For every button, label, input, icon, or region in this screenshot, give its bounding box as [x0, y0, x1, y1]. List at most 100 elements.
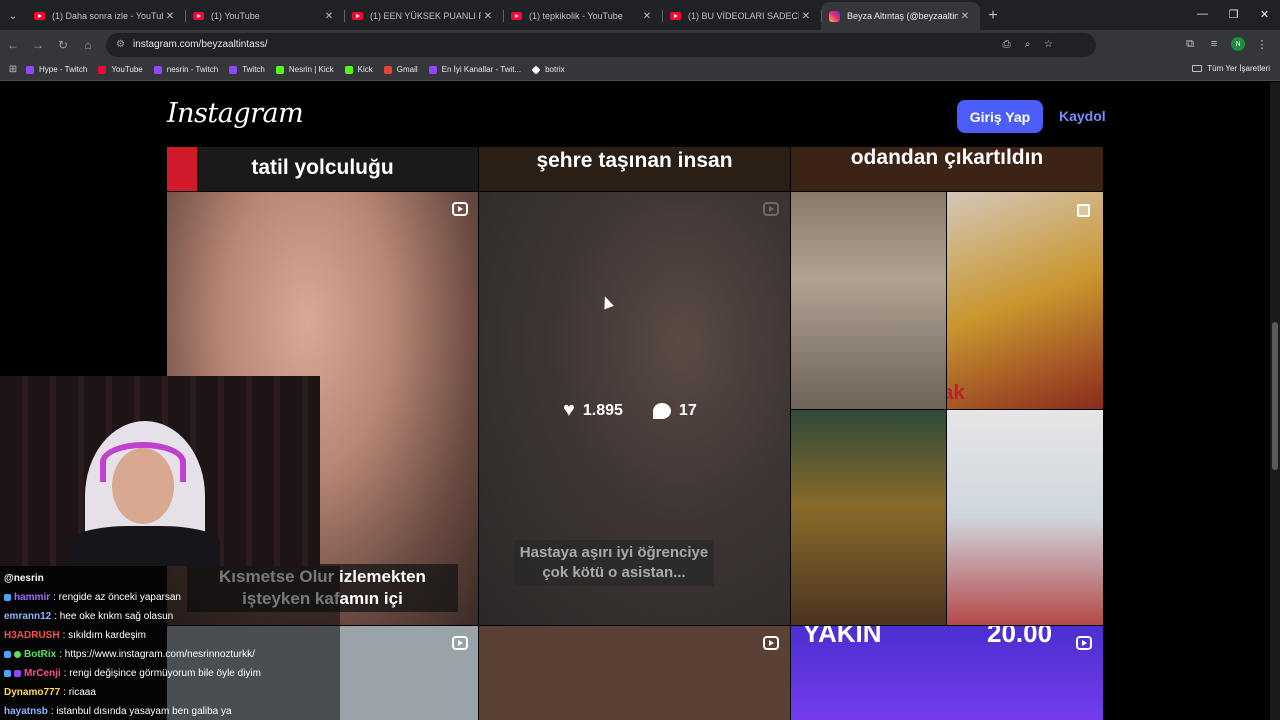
tab-4[interactable]: (1) BU VİDEOLARI SADECE İSTANBUL ✕: [662, 2, 821, 30]
tab-0[interactable]: (1) Daha sonra izle - YouTube ✕: [26, 2, 185, 30]
bookmark-label: Twitch: [242, 65, 265, 74]
tab-title: (1) EEN YÜKSEK PUANLI RESTORAN: [370, 11, 481, 21]
tab-2[interactable]: (1) EEN YÜKSEK PUANLI RESTORAN ✕: [344, 2, 503, 30]
post-caption: 20.00: [987, 626, 1053, 648]
post-tile[interactable]: şehre taşınan insan: [479, 146, 790, 191]
address-bar[interactable]: ⚙ instagram.com/beyzaaltintass/: [106, 32, 1096, 57]
instagram-logo[interactable]: Instagram: [167, 98, 304, 129]
signup-link[interactable]: Kaydol: [1059, 108, 1106, 124]
profile-avatar[interactable]: N: [1231, 37, 1245, 51]
close-icon[interactable]: ✕: [958, 11, 972, 22]
post-tile-hovered[interactable]: ♥ 1.895 17 Hastaya aşırı iyi öğrenciye ç…: [479, 192, 790, 625]
post-caption: tatil yolculuğu: [251, 156, 394, 179]
chat-message: BotRix: https://www.instagram.com/nesrin…: [4, 645, 336, 664]
chat-message: Dynamo777: ricaaa: [4, 683, 336, 702]
bookmark-kick[interactable]: Kick: [344, 65, 373, 74]
bookmark-star-icon[interactable]: ☆: [1038, 39, 1059, 50]
bookmark-botrix[interactable]: botrix: [531, 64, 565, 75]
tab-title: (1) tepkikolik - YouTube: [529, 11, 623, 21]
chat-text: : https://www.instagram.com/nesrinnoztur…: [59, 649, 255, 660]
twitch-icon: [153, 65, 162, 74]
chat-username: BotRix: [24, 649, 57, 660]
twitch-icon: [229, 65, 238, 74]
post-tile[interactable]: [791, 192, 946, 409]
zoom-icon[interactable]: ⌕: [1017, 39, 1038, 50]
post-tile[interactable]: odandan çıkartıldın: [791, 146, 1103, 191]
bookmark-nesrin-twitch[interactable]: nesrin - Twitch: [153, 65, 219, 74]
bookmark-label: Nesrin | Kick: [288, 65, 334, 74]
toolbar-right: ⧉ ≡ N ⋮: [1178, 32, 1274, 56]
post-caption: YAKIN: [803, 626, 882, 648]
url-text: instagram.com/beyzaaltintass/: [132, 39, 268, 50]
extensions-icon[interactable]: ⧉: [1178, 32, 1202, 56]
forward-icon[interactable]: →: [26, 33, 50, 57]
reload-icon[interactable]: ↻: [51, 33, 75, 57]
minimize-icon[interactable]: —: [1187, 0, 1218, 28]
tab-title: (1) BU VİDEOLARI SADECE İSTANBUL: [688, 11, 799, 21]
chat-mention-user: @nesrin: [4, 573, 44, 584]
close-icon[interactable]: ✕: [481, 11, 495, 22]
menu-kebab-icon[interactable]: ⋮: [1250, 32, 1274, 56]
chat-username: emrann12: [4, 611, 52, 622]
tab-5-active[interactable]: Beyza Altıntaş (@beyzaaltintass) ✕: [821, 2, 980, 30]
chat-text: : rengi değişince görmüyorum bile öyle d…: [63, 668, 261, 679]
install-app-icon[interactable]: ⎙: [996, 39, 1017, 50]
chat-text: : sıkıldım kardeşim: [62, 630, 146, 641]
chat-badge-icon: [4, 669, 11, 677]
chat-message: H3ADRUSH: sıkıldım kardeşim: [4, 626, 336, 645]
post-tile[interactable]: [479, 626, 790, 720]
reel-icon: [452, 636, 468, 650]
post-tile[interactable]: ocak: [947, 192, 1103, 409]
scrollbar-thumb[interactable]: [1272, 322, 1278, 470]
back-icon[interactable]: ←: [1, 33, 25, 57]
tab-strip: ⌄ (1) Daha sonra izle - YouTube ✕ (1) Yo…: [0, 0, 1280, 30]
all-bookmarks-label: Tüm Yer İşaretleri: [1207, 64, 1270, 73]
reel-icon: [763, 636, 779, 650]
chat-text: : ricaaa: [63, 687, 96, 698]
bookmark-hype-twitch[interactable]: Hype - Twitch: [26, 65, 87, 74]
post-tile[interactable]: YAKIN 20.00: [791, 626, 1103, 720]
bookmark-nesrin-kick[interactable]: Nesrin | Kick: [275, 65, 334, 74]
streamer-body: [70, 526, 220, 566]
page-scrollbar[interactable]: [1270, 82, 1280, 720]
comment-count: 17: [678, 401, 697, 419]
post-badge-text: ocak: [947, 382, 965, 404]
tab-1[interactable]: (1) YouTube ✕: [185, 2, 344, 30]
close-icon[interactable]: ✕: [799, 11, 813, 22]
site-info-icon[interactable]: ⚙: [116, 39, 125, 50]
new-tab-button[interactable]: +: [980, 2, 1006, 30]
chat-badge-icon: [4, 650, 11, 658]
post-tile[interactable]: [791, 410, 946, 625]
chat-username: H3ADRUSH: [4, 630, 60, 641]
restore-icon[interactable]: ❐: [1218, 0, 1249, 28]
post-caption: odandan çıkartıldın: [850, 146, 1044, 169]
headset: [100, 442, 186, 482]
tab-3[interactable]: (1) tepkikolik - YouTube ✕: [503, 2, 662, 30]
media-control-icon[interactable]: ≡: [1202, 32, 1226, 56]
post-tile[interactable]: [947, 410, 1103, 625]
folder-icon: [1192, 65, 1203, 72]
youtube-icon: [352, 12, 363, 20]
close-icon[interactable]: ✕: [163, 11, 177, 22]
tab-search-icon[interactable]: ⌄: [0, 2, 26, 30]
login-button[interactable]: Giriş Yap: [957, 100, 1043, 133]
bookmark-en-iyi-kanallar[interactable]: En İyi Kanallar - Twit...: [428, 65, 521, 74]
post-tile[interactable]: tatil yolculuğu: [167, 146, 478, 191]
bookmark-gmail[interactable]: Gmail: [383, 65, 418, 74]
all-bookmarks[interactable]: Tüm Yer İşaretleri: [1192, 64, 1270, 73]
comment-icon: [652, 402, 671, 419]
botrix-icon: [531, 64, 541, 75]
bookmark-youtube[interactable]: YouTube: [98, 65, 143, 74]
chat-message: emrann12: hee oke knkm sağ olasun: [4, 607, 336, 626]
close-icon[interactable]: ✕: [640, 11, 654, 22]
bookmark-label: botrix: [545, 65, 565, 74]
bookmark-label: nesrin - Twitch: [166, 65, 219, 74]
close-icon[interactable]: ✕: [322, 11, 336, 22]
post-caption: Hastaya aşırı iyi öğrenciye çok kötü o a…: [514, 540, 714, 586]
home-icon[interactable]: ⌂: [76, 33, 100, 57]
bookmark-twitch[interactable]: Twitch: [229, 65, 265, 74]
close-window-icon[interactable]: ✕: [1249, 0, 1280, 28]
apps-grid-icon[interactable]: ⊞: [0, 64, 26, 75]
carousel-icon: [1077, 204, 1090, 217]
chat-username: Dynamo777: [4, 687, 61, 698]
